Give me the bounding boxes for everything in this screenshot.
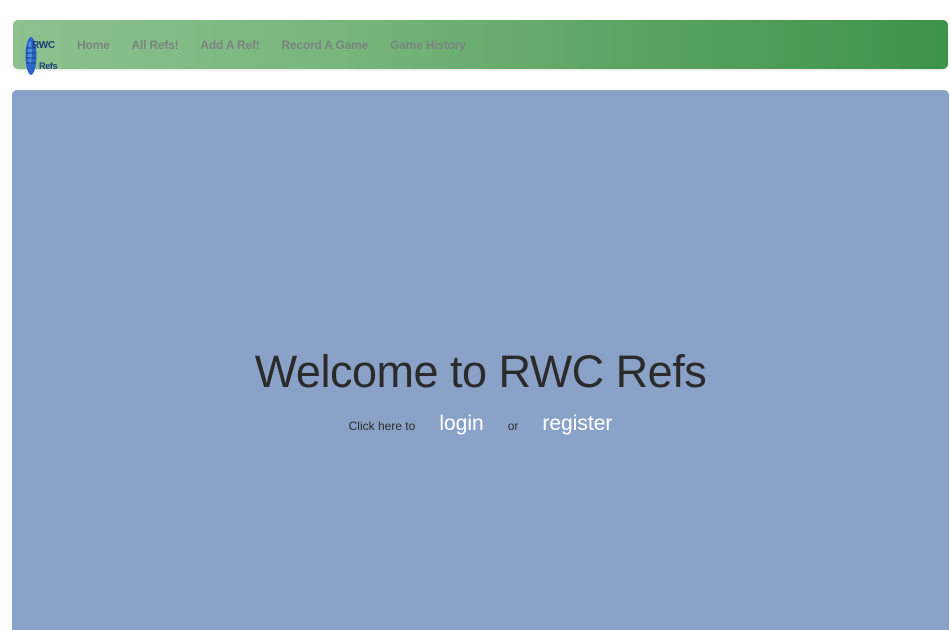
click-here-label: Click here to — [348, 419, 416, 433]
nav-menu: Home All Refs! Add A Ref! Record A Game … — [77, 38, 466, 52]
nav-home-link[interactable]: Home — [77, 38, 110, 52]
login-link[interactable]: login — [439, 412, 483, 436]
logo-text-rwc: RWC — [32, 40, 55, 51]
auth-prompt: Click here to login or register — [12, 412, 949, 436]
page-title: Welcome to RWC Refs — [254, 346, 707, 397]
nav-all-refs-link[interactable]: All Refs! — [132, 38, 179, 52]
nav-record-game-link[interactable]: Record A Game — [282, 38, 369, 52]
rwc-refs-logo[interactable]: RWC Refs — [23, 34, 67, 78]
nav-add-ref-link[interactable]: Add A Ref! — [200, 38, 259, 52]
top-navbar: RWC Refs Home All Refs! Add A Ref! Recor… — [13, 20, 948, 75]
register-link[interactable]: register — [542, 412, 612, 436]
nav-game-history-link[interactable]: Game History — [390, 38, 466, 52]
logo-text-refs: Refs — [39, 61, 58, 71]
hero-panel: Welcome to RWC Refs Click here to login … — [12, 90, 949, 630]
or-label: or — [507, 419, 519, 433]
